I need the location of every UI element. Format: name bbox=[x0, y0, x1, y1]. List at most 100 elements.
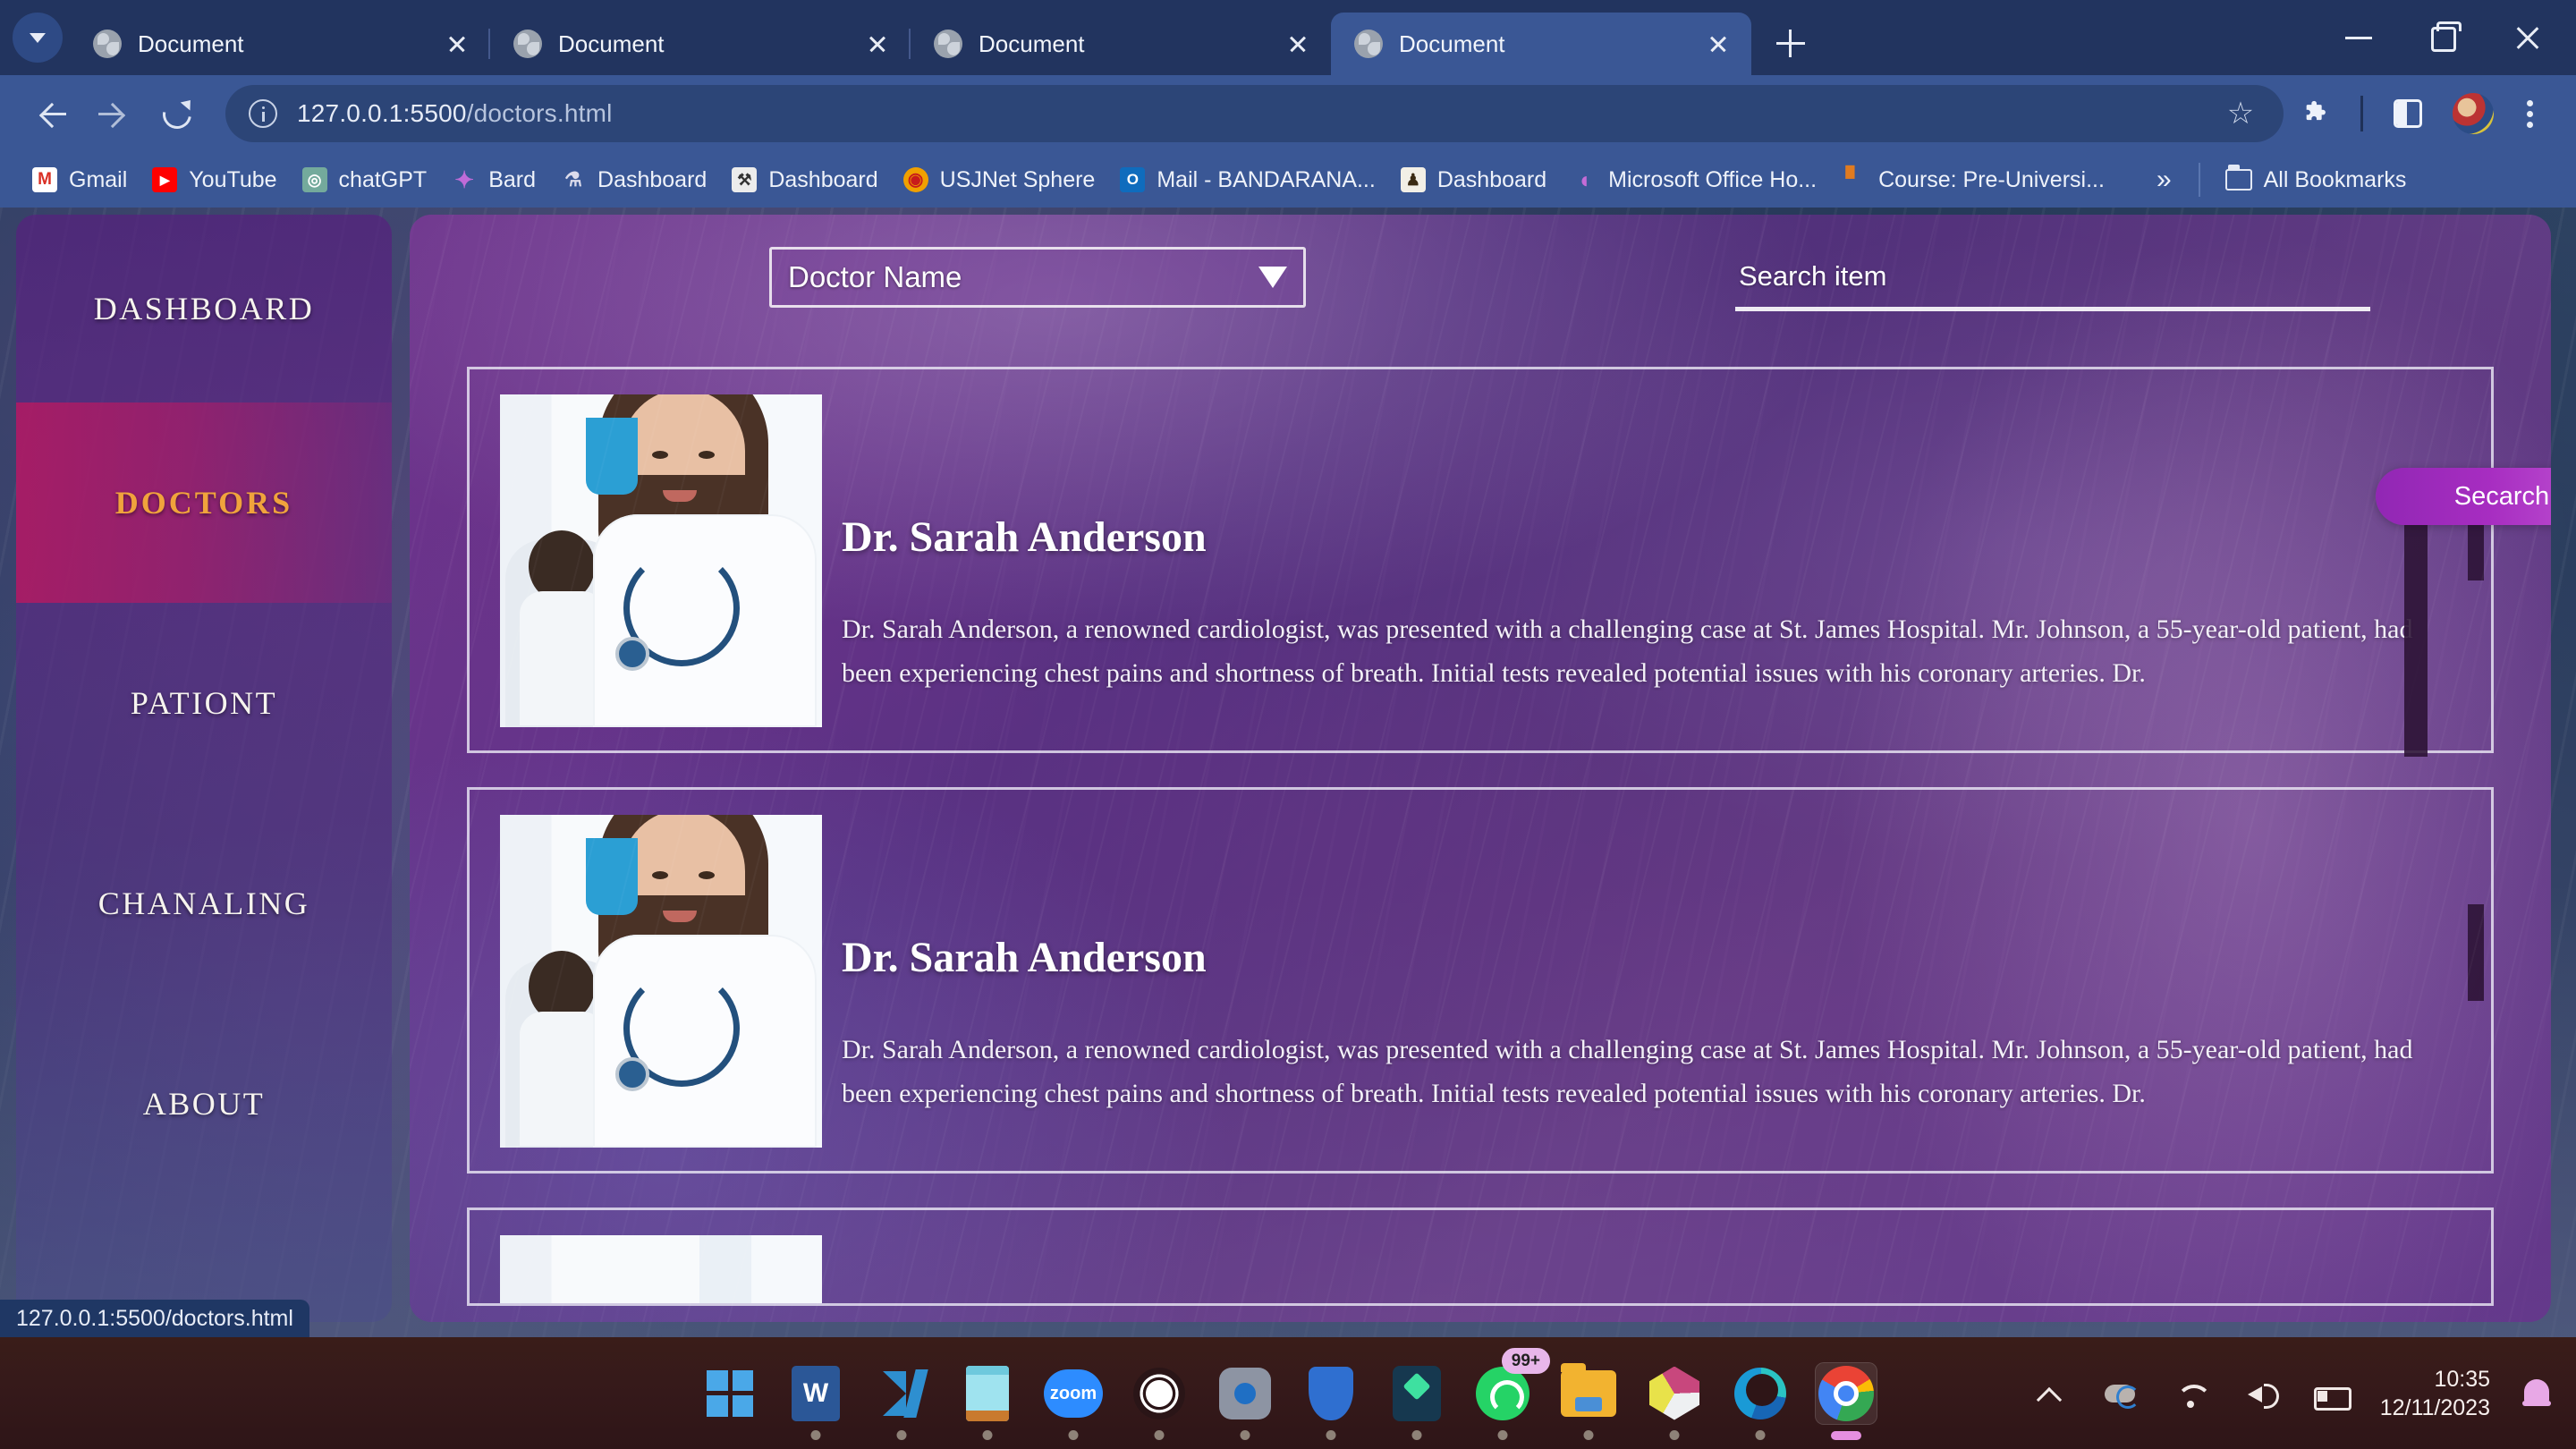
chrome-menu-icon[interactable] bbox=[2506, 80, 2553, 147]
doctor-card[interactable]: Dr. Sarah Anderson bbox=[467, 1208, 2494, 1306]
sidebar-item-doctors[interactable]: DOCTORS bbox=[16, 402, 392, 603]
bookmark-chatgpt[interactable]: ◎ chatGPT bbox=[290, 159, 440, 200]
bookmark-bard[interactable]: ✦ Bard bbox=[439, 159, 548, 200]
tab-close-icon[interactable] bbox=[862, 29, 893, 59]
taskbar-app-circle[interactable] bbox=[1128, 1362, 1191, 1440]
select-selected-value: Doctor Name bbox=[788, 260, 962, 293]
bookmark-course[interactable]: ▘ Course: Pre-Universi... bbox=[1829, 159, 2117, 200]
taskbar-app-zoom[interactable] bbox=[1042, 1362, 1105, 1440]
running-indicator bbox=[1326, 1429, 1336, 1440]
doctor-eye-left bbox=[652, 871, 668, 879]
cube-icon bbox=[1649, 1366, 1699, 1420]
site-info-icon[interactable] bbox=[249, 99, 277, 128]
bookmark-star-icon[interactable]: ☆ bbox=[2224, 97, 2257, 130]
bookmark-microsoft-office[interactable]: ◖ Microsoft Office Ho... bbox=[1559, 159, 1829, 200]
bookmark-label: Course: Pre-Universi... bbox=[1878, 166, 2105, 192]
back-icon[interactable] bbox=[23, 84, 82, 143]
gmail-icon: M bbox=[32, 167, 57, 192]
taskbar-app-notepad[interactable] bbox=[956, 1362, 1019, 1440]
doctor-scrub bbox=[586, 418, 638, 495]
running-indicator bbox=[810, 1429, 821, 1440]
bard-icon: ✦ bbox=[454, 166, 475, 193]
sidebar-item-chanaling[interactable]: CHANALING bbox=[16, 803, 392, 1004]
sidebar-item-pationt[interactable]: PATIONT bbox=[16, 603, 392, 803]
tab-close-icon[interactable] bbox=[1703, 29, 1733, 59]
taskbar-app-word[interactable] bbox=[784, 1362, 847, 1440]
taskbar-clock[interactable]: 10:35 12/11/2023 bbox=[2380, 1365, 2490, 1422]
minimize-icon[interactable] bbox=[2317, 0, 2401, 75]
volume-icon[interactable] bbox=[2241, 1374, 2280, 1413]
doctor-photo bbox=[500, 815, 822, 1148]
link-status-bubble: 127.0.0.1:5500/doctors.html bbox=[0, 1300, 309, 1337]
show-hidden-icons-chevron[interactable] bbox=[2031, 1374, 2071, 1413]
doctor-card[interactable]: Dr. Sarah Anderson Dr. Sarah Anderson, a… bbox=[467, 367, 2494, 753]
clock-time: 10:35 bbox=[2434, 1366, 2490, 1392]
all-bookmarks-label: All Bookmarks bbox=[2263, 166, 2407, 192]
maximize-icon[interactable] bbox=[2401, 0, 2485, 75]
doctor-name-select[interactable]: Doctor Name bbox=[769, 247, 1306, 308]
onedrive-sync-icon[interactable] bbox=[2101, 1374, 2140, 1413]
close-icon[interactable] bbox=[2485, 0, 2569, 75]
page-sidebar: DASHBOARD DOCTORS PATIONT CHANALING ABOU… bbox=[16, 215, 392, 1322]
zoom-icon bbox=[1044, 1368, 1103, 1418]
bookmark-outlook-mail[interactable]: O Mail - BANDARANA... bbox=[1107, 159, 1387, 200]
sidebar-item-dashboard[interactable]: DASHBOARD bbox=[16, 215, 392, 402]
bookmark-usjnet-sphere[interactable]: ◉ USJNet Sphere bbox=[891, 159, 1108, 200]
taskbar-app-cube[interactable] bbox=[1643, 1362, 1706, 1440]
browser-tab-2[interactable]: Document bbox=[490, 13, 911, 75]
doctor-mouth bbox=[663, 911, 697, 922]
bookmark-dashboard-1[interactable]: ⚗ Dashboard bbox=[548, 159, 719, 200]
profile-avatar[interactable] bbox=[2453, 93, 2494, 134]
running-indicator bbox=[1497, 1429, 1508, 1440]
sidebar-item-label: ABOUT bbox=[142, 1086, 266, 1122]
taskbar-app-chrome[interactable] bbox=[1815, 1361, 1877, 1440]
tab-close-icon[interactable] bbox=[442, 29, 472, 59]
shield-icon bbox=[1309, 1366, 1353, 1420]
taskbar-app-file-explorer[interactable] bbox=[1557, 1362, 1620, 1440]
background-nurse-figure bbox=[505, 951, 620, 1148]
bookmark-dashboard-2[interactable]: ⚒ Dashboard bbox=[719, 159, 890, 200]
taskbar-app-edge[interactable] bbox=[1729, 1362, 1792, 1440]
browser-tab-1[interactable]: Document bbox=[70, 13, 490, 75]
bell-icon[interactable] bbox=[2521, 1376, 2553, 1411]
sidebar-item-about[interactable]: ABOUT bbox=[16, 1004, 392, 1204]
taskbar-app-whatsapp[interactable]: 99+ bbox=[1471, 1347, 1550, 1440]
wifi-icon[interactable] bbox=[2171, 1374, 2212, 1413]
new-tab-button[interactable] bbox=[1766, 18, 1816, 68]
bookmark-gmail[interactable]: M Gmail bbox=[20, 159, 140, 200]
doctor-name: Dr. Sarah Anderson bbox=[842, 513, 1207, 561]
doctor-card-body: Dr. Sarah Anderson Dr. Sarah Anderson, a… bbox=[822, 790, 2491, 1171]
taskbar-start-button[interactable] bbox=[699, 1362, 761, 1425]
bookmark-dashboard-3[interactable]: ♟ Dashboard bbox=[1388, 159, 1559, 200]
windows-icon bbox=[707, 1369, 753, 1417]
doctor-hair bbox=[598, 394, 768, 566]
reload-icon[interactable] bbox=[145, 84, 204, 143]
search-button[interactable]: Secarch bbox=[2376, 468, 2551, 525]
tab-close-icon[interactable] bbox=[1283, 29, 1313, 59]
tab-search-button[interactable] bbox=[13, 13, 63, 63]
browser-tab-3[interactable]: Document bbox=[911, 13, 1331, 75]
doctor-cards-list: Dr. Sarah Anderson Dr. Sarah Anderson, a… bbox=[410, 367, 2551, 1322]
dashboard-alt-icon: ⚒ bbox=[732, 167, 758, 192]
taskbar-app-security[interactable] bbox=[1300, 1362, 1362, 1440]
tab-title: Document bbox=[979, 30, 1085, 57]
split-screen-icon[interactable] bbox=[2374, 80, 2440, 147]
bookmarks-overflow-icon[interactable]: » bbox=[2142, 165, 2186, 195]
battery-icon[interactable] bbox=[2310, 1374, 2351, 1413]
bookmark-label: Bard bbox=[488, 166, 537, 192]
extensions-icon[interactable] bbox=[2284, 80, 2350, 147]
doctor-card[interactable]: Dr. Sarah Anderson Dr. Sarah Anderson, a… bbox=[467, 787, 2494, 1174]
all-bookmarks-button[interactable]: All Bookmarks bbox=[2213, 159, 2419, 200]
browser-tab-4-active[interactable]: Document bbox=[1331, 13, 1751, 75]
sidebar-item-label: CHANALING bbox=[97, 886, 310, 921]
tab-title: Document bbox=[1399, 30, 1505, 57]
search-input[interactable] bbox=[1735, 250, 2370, 311]
taskbar-app-settings[interactable] bbox=[1214, 1362, 1276, 1440]
forward-icon[interactable] bbox=[82, 84, 141, 143]
card-text-scrollbar[interactable] bbox=[2468, 904, 2484, 1001]
bookmark-youtube[interactable]: ▶ YouTube bbox=[140, 159, 289, 200]
page-scrollbar[interactable] bbox=[2404, 215, 2428, 1322]
taskbar-app-editor[interactable] bbox=[1385, 1362, 1448, 1440]
address-bar[interactable]: 127.0.0.1:5500/doctors.html ☆ bbox=[225, 85, 2284, 142]
taskbar-app-vscode[interactable] bbox=[870, 1362, 933, 1440]
